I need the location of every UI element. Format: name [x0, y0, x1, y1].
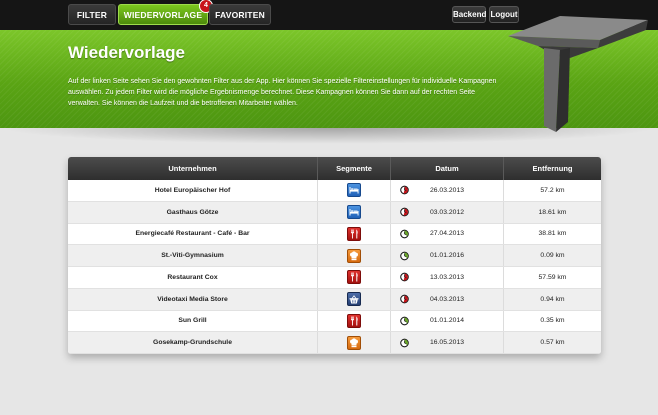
tab-favoriten[interactable]: FAVORITEN: [209, 4, 271, 25]
logo-icon: [508, 16, 648, 132]
backend-button[interactable]: Backend: [452, 6, 486, 23]
distance-value: 0.94 km: [540, 295, 565, 303]
date-value: 27.04.2013: [429, 230, 465, 238]
date-cell: 27.04.2013: [391, 223, 504, 245]
cutlery-icon: [347, 270, 361, 285]
segment-cell: [318, 288, 391, 310]
table-row[interactable]: St.-Viti-Gymnasium 01.01.2016 0.09 km: [68, 245, 601, 267]
column-header-segmente[interactable]: Segmente: [318, 157, 391, 180]
segment-cell: [318, 201, 391, 223]
table-row[interactable]: Gosekamp-Grundschule 16.05.2013 0.57 km: [68, 332, 601, 354]
cutlery-icon: [347, 313, 361, 328]
segment-cell: [318, 267, 391, 288]
page-description: Auf der linken Seite sehen Sie den gewoh…: [68, 78, 497, 107]
clock-green-icon: [400, 229, 409, 239]
cutlery-icon: [347, 226, 361, 241]
company-name: Hotel Europäischer Hof: [68, 180, 318, 201]
date-cell: 16.05.2013: [391, 332, 504, 353]
company-name: Restaurant Cox: [68, 267, 318, 288]
clock-green-icon: [400, 338, 409, 347]
date-value: 01.01.2016: [429, 252, 465, 260]
table-row[interactable]: Videotaxi Media Store 04.03.2013 0.94 km: [68, 288, 601, 311]
segment-cell: [318, 180, 391, 201]
date-cell: 01.01.2014: [391, 310, 504, 332]
distance-value: 0.57 km: [540, 339, 565, 347]
tab-wiedervorlage-label: WIEDERVORLAGE: [123, 10, 203, 20]
bed-icon: [347, 183, 361, 198]
column-header-entfernung[interactable]: Entfernung: [504, 157, 601, 180]
clock-green-icon: [400, 251, 409, 260]
segment-cell: [318, 332, 391, 353]
clock-red-icon: [400, 273, 409, 282]
table-row[interactable]: Gasthaus Götze 03.03.2012 18.61 km: [68, 201, 601, 224]
company-name: Sun Grill: [68, 310, 318, 332]
distance-value: 0.35 km: [540, 317, 565, 325]
table-row[interactable]: Energiecafé Restaurant - Café - Bar 27.0…: [68, 223, 601, 246]
segment-cell: [318, 310, 391, 332]
page-title: Wiedervorlage: [68, 43, 185, 62]
table-body: Hotel Europäischer Hof 26.03.2013 57.2 k…: [68, 180, 601, 354]
date-value: 13.03.2013: [429, 273, 465, 281]
tab-filter[interactable]: FILTER: [68, 4, 116, 25]
table-row[interactable]: Hotel Europäischer Hof 26.03.2013 57.2 k…: [68, 180, 601, 202]
segment-cell: [318, 245, 391, 266]
clock-red-icon: [400, 207, 409, 217]
date-value: 16.05.2013: [429, 339, 465, 347]
bed-icon: [347, 205, 361, 220]
company-name: St.-Viti-Gymnasium: [68, 245, 318, 266]
table-row[interactable]: Sun Grill 01.01.2014 0.35 km: [68, 310, 601, 333]
company-name: Gasthaus Götze: [68, 201, 318, 223]
date-cell: 26.03.2013: [391, 180, 504, 201]
date-cell: 04.03.2013: [391, 288, 504, 310]
campaign-table: Unternehmen Segmente Datum Entfernung Ho…: [68, 157, 601, 354]
column-header-datum[interactable]: Datum: [391, 157, 504, 180]
date-cell: 13.03.2013: [391, 267, 504, 288]
date-value: 04.03.2013: [429, 295, 465, 303]
company-name: Energiecafé Restaurant - Café - Bar: [68, 223, 318, 245]
chef-hat-icon: [347, 335, 361, 350]
date-cell: 03.03.2012: [391, 201, 504, 223]
date-cell: 01.01.2016: [391, 245, 504, 266]
chef-hat-icon: [347, 248, 361, 263]
column-header-unternehmen[interactable]: Unternehmen: [68, 157, 318, 180]
segment-cell: [318, 223, 391, 245]
clock-red-icon: [400, 294, 409, 304]
basket-icon: [347, 292, 361, 307]
date-value: 01.01.2014: [429, 317, 465, 325]
date-value: 26.03.2013: [429, 186, 465, 194]
clock-red-icon: [400, 186, 409, 195]
distance-value: 38.81 km: [538, 230, 567, 238]
date-value: 03.03.2012: [429, 208, 465, 216]
company-name: Gosekamp-Grundschule: [68, 332, 318, 353]
tab-wiedervorlage[interactable]: WIEDERVORLAGE 4: [118, 0, 213, 25]
table-header: Unternehmen Segmente Datum Entfernung: [68, 157, 601, 180]
distance-value: 18.61 km: [538, 208, 567, 216]
clock-green-icon: [400, 316, 409, 326]
distance-value: 57.2 km: [540, 186, 565, 194]
distance-value: 0.09 km: [540, 252, 565, 260]
table-row[interactable]: Restaurant Cox 13.03.2013 57.59 km: [68, 267, 601, 289]
company-name: Videotaxi Media Store: [68, 288, 318, 310]
distance-value: 57.59 km: [538, 273, 567, 281]
